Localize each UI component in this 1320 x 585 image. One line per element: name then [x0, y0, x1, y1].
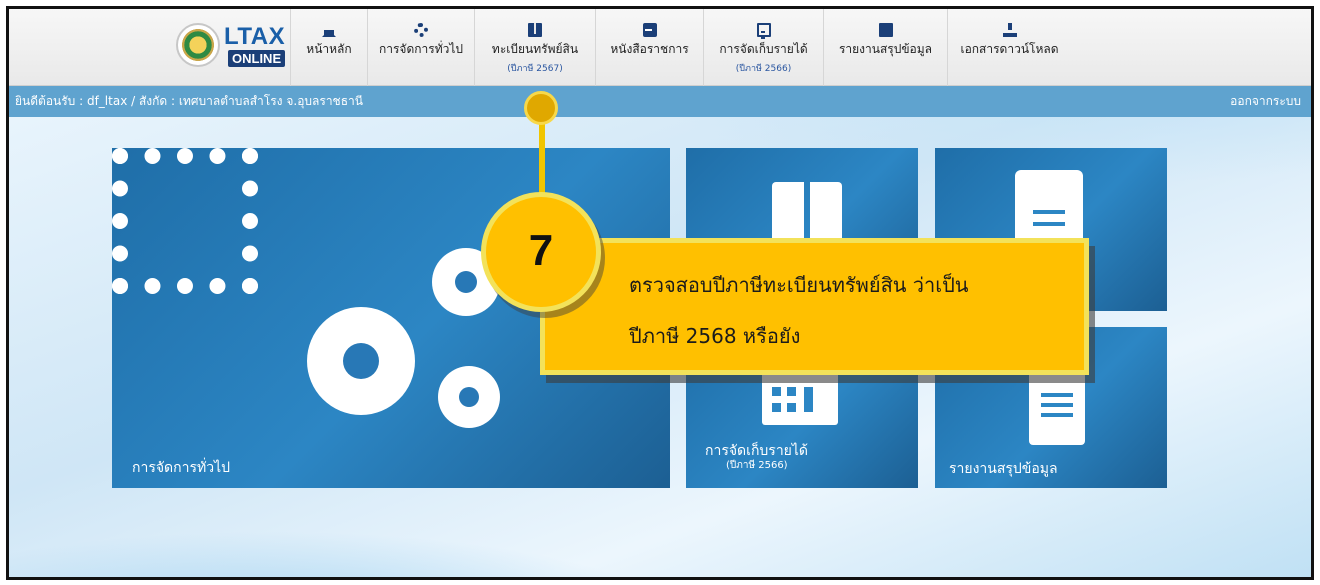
- nav-official-letters-label: หนังสือราชการ: [610, 42, 689, 56]
- calculator-key: [787, 403, 796, 412]
- tile-revenue-collection-tax-year: (ปีภาษี 2566): [726, 460, 788, 471]
- nav-asset-register-label: ทะเบียนทรัพย์สิน: [491, 42, 579, 56]
- document-icon: [642, 23, 657, 37]
- tile-summary-report-label: รายงานสรุปข้อมูล: [949, 461, 1058, 477]
- book-icon: [528, 23, 542, 37]
- welcome-bar: ยินดีต้อนรับ : df_ltax / สังกัด : เทศบาล…: [9, 86, 1311, 117]
- nav-general-management[interactable]: การจัดการทั่วไป: [367, 9, 474, 86]
- document-line: [1033, 210, 1065, 214]
- nav-home[interactable]: หน้าหลัก: [290, 9, 367, 86]
- calculator-key: [787, 387, 796, 396]
- report-line: [1041, 403, 1073, 407]
- callout-text-line-2: ปีภาษี 2568 หรือยัง: [629, 324, 801, 348]
- gears-icon: [414, 23, 428, 37]
- nav-downloads[interactable]: เอกสารดาวน์โหลด: [947, 9, 1071, 86]
- gear-icon-hole: [343, 343, 379, 379]
- report-line: [1041, 393, 1073, 397]
- calculator-key: [772, 403, 781, 412]
- nav-summary-report[interactable]: รายงานสรุปข้อมูล: [823, 9, 947, 86]
- government-seal-icon: [176, 23, 220, 67]
- app-window: LTAX ONLINE หน้าหลัก การจัดการทั่วไป ทะเ…: [6, 6, 1314, 580]
- nav-asset-register-tax-year: (ปีภาษี 2567): [507, 64, 563, 74]
- logo-title: LTAX: [224, 23, 286, 50]
- nav-summary-report-label: รายงานสรุปข้อมูล: [838, 42, 933, 56]
- calculator-icon: [756, 23, 771, 39]
- nav-revenue-collection-tax-year: (ปีภาษี 2566): [735, 64, 792, 74]
- step-number: 7: [528, 226, 554, 275]
- callout-text-line-1: ตรวจสอบปีภาษีทะเบียนทรัพย์สิน ว่าเป็น: [629, 273, 969, 297]
- nav-general-management-label: การจัดการทั่วไป: [378, 42, 464, 56]
- tile-general-management-label: การจัดการทั่วไป: [132, 460, 231, 476]
- callout-box: ตรวจสอบปีภาษีทะเบียนทรัพย์สิน ว่าเป็น ปี…: [540, 238, 1089, 375]
- logo-subtitle: ONLINE: [228, 50, 286, 67]
- nav-home-label: หน้าหลัก: [306, 42, 352, 56]
- top-navigation-bar: LTAX ONLINE หน้าหลัก การจัดการทั่วไป ทะเ…: [9, 9, 1311, 86]
- nav-revenue-collection[interactable]: การจัดเก็บรายได้ (ปีภาษี 2566): [703, 9, 823, 86]
- report-icon: [878, 23, 893, 37]
- gear-icon: [112, 148, 258, 294]
- document-line: [1033, 222, 1065, 226]
- calculator-key: [772, 387, 781, 396]
- ltax-logo[interactable]: LTAX ONLINE: [176, 21, 294, 73]
- report-line: [1041, 413, 1073, 417]
- report-icon: [1029, 367, 1085, 445]
- download-icon: [1002, 23, 1017, 37]
- callout-pointer-dot: [524, 91, 558, 125]
- nav-downloads-label: เอกสารดาวน์โหลด: [960, 42, 1059, 56]
- step-badge: 7: [481, 192, 601, 312]
- small-gear-icon-hole: [455, 271, 477, 293]
- calculator-icon: [762, 367, 838, 425]
- logout-link[interactable]: ออกจากระบบ: [1230, 86, 1301, 117]
- nav-official-letters[interactable]: หนังสือราชการ: [595, 9, 703, 86]
- home-icon: [322, 23, 336, 37]
- calculator-key: [804, 387, 813, 412]
- nav-asset-register[interactable]: ทะเบียนทรัพย์สิน (ปีภาษี 2567): [474, 9, 595, 86]
- small-gear-icon-hole: [459, 387, 479, 407]
- nav-revenue-collection-label: การจัดเก็บรายได้: [719, 42, 808, 56]
- welcome-text: ยินดีต้อนรับ : df_ltax / สังกัด : เทศบาล…: [15, 94, 363, 108]
